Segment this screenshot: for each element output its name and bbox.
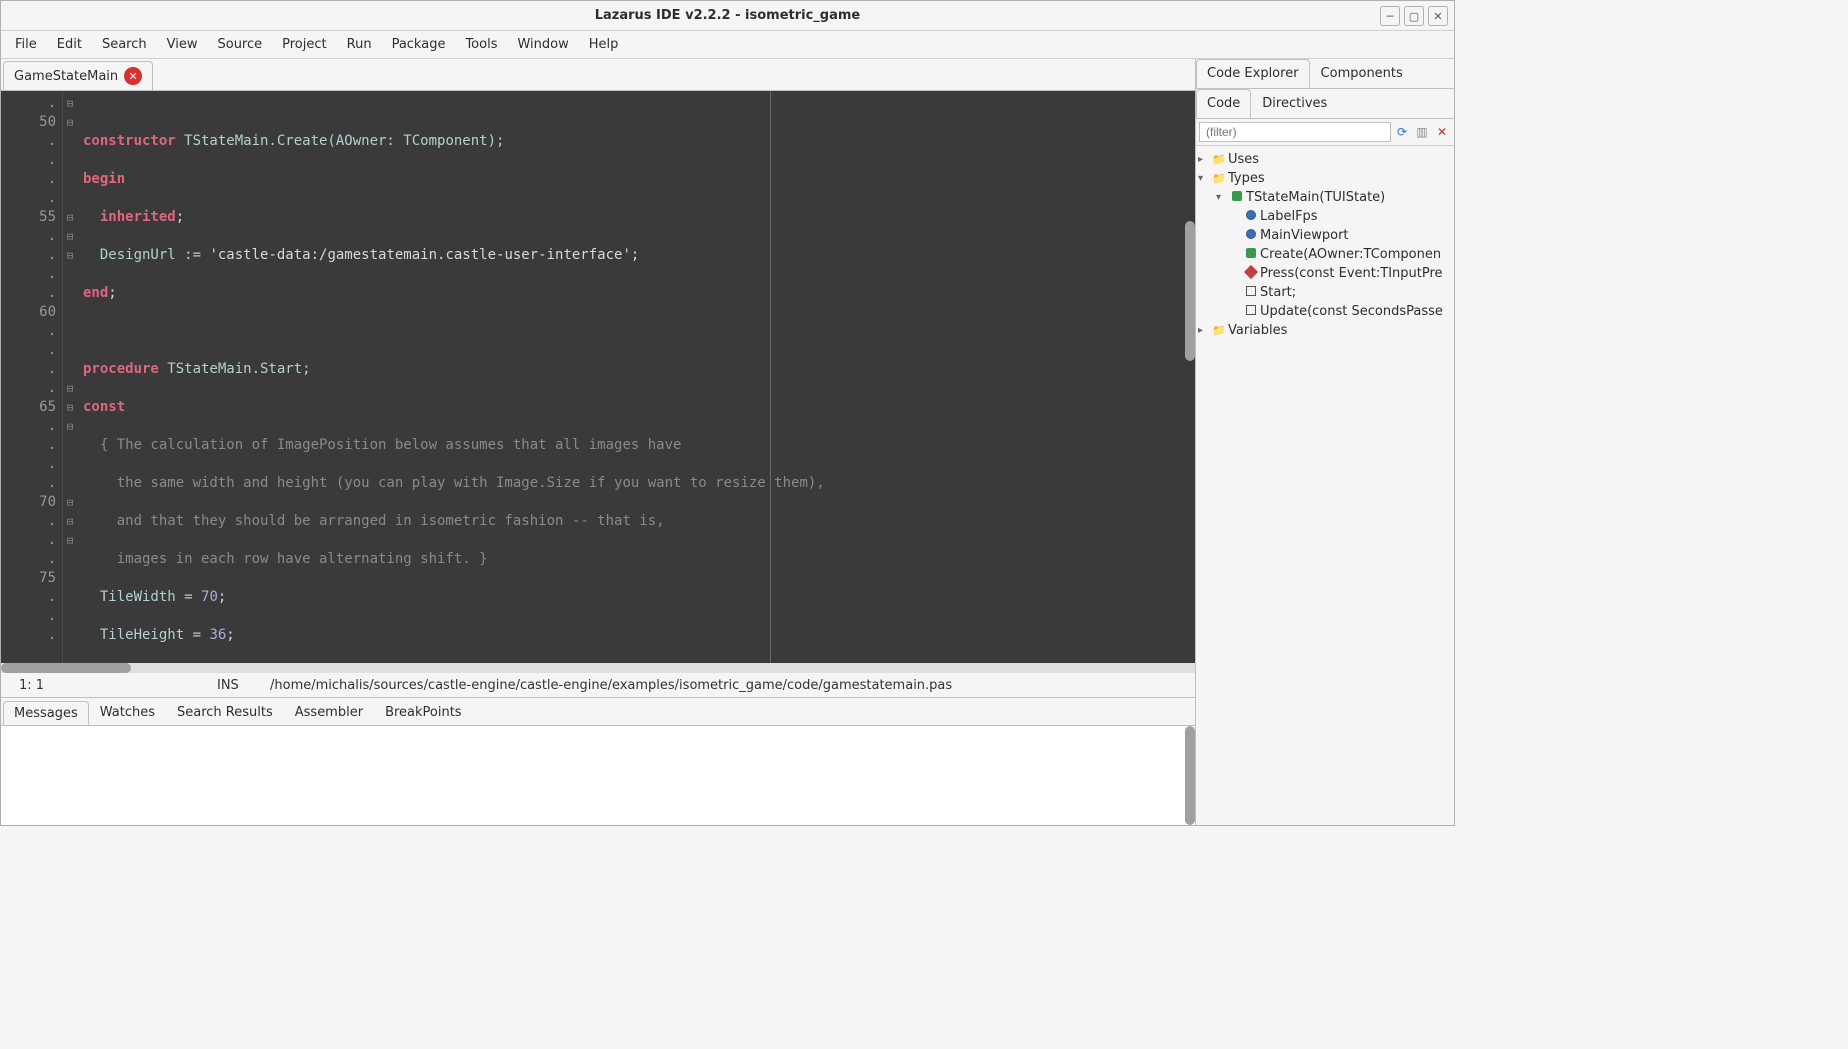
code-content[interactable]: constructor TStateMain.Create(AOwner: TC…: [77, 91, 1185, 663]
code-editor[interactable]: .50....55....60....65....70...75... ⊟⊟⊟⊟…: [1, 91, 1195, 663]
menubar: File Edit Search View Source Project Run…: [1, 31, 1454, 59]
menu-window[interactable]: Window: [507, 33, 578, 56]
tree-types[interactable]: Types: [1228, 171, 1265, 186]
horizontal-scrollbar[interactable]: [1, 663, 1195, 673]
code-tree[interactable]: ▸Uses ▾Types ▾TStateMain(TUIState) Label…: [1196, 146, 1454, 825]
filter-input[interactable]: [1199, 122, 1391, 142]
folder-icon: [1212, 324, 1226, 337]
tree-uses[interactable]: Uses: [1228, 152, 1259, 167]
close-icon[interactable]: ✕: [124, 67, 142, 85]
tab-assembler[interactable]: Assembler: [284, 700, 374, 725]
close-button[interactable]: ✕: [1428, 6, 1448, 26]
bottom-tabs: Messages Watches Search Results Assemble…: [1, 697, 1195, 725]
status-bar: 1: 1 INS /home/michalis/sources/castle-e…: [1, 673, 1195, 697]
tree-start[interactable]: Start;: [1260, 285, 1296, 300]
vertical-scrollbar[interactable]: [1185, 91, 1195, 663]
class-icon: [1232, 191, 1242, 201]
minimize-button[interactable]: ─: [1380, 6, 1400, 26]
tree-mainviewport[interactable]: MainViewport: [1260, 228, 1349, 243]
side-panel: Code Explorer Components Code Directives…: [1196, 59, 1454, 825]
menu-package[interactable]: Package: [382, 33, 456, 56]
menu-view[interactable]: View: [157, 33, 208, 56]
editor-tab-label: GameStateMain: [14, 69, 118, 84]
tree-update[interactable]: Update(const SecondsPasse: [1260, 304, 1443, 319]
window-title: Lazarus IDE v2.2.2 - isometric_game: [595, 8, 861, 23]
messages-scrollbar[interactable]: [1185, 726, 1195, 825]
tree-variables[interactable]: Variables: [1228, 323, 1287, 338]
subtab-directives[interactable]: Directives: [1251, 89, 1338, 118]
menu-file[interactable]: File: [5, 33, 47, 56]
fold-column[interactable]: ⊟⊟⊟⊟⊟⊟⊟⊟⊟⊟⊟: [63, 91, 77, 663]
tab-breakpoints[interactable]: BreakPoints: [374, 700, 473, 725]
options-icon[interactable]: ▥: [1413, 122, 1431, 142]
titlebar: Lazarus IDE v2.2.2 - isometric_game ─ ▢ …: [1, 1, 1454, 31]
tree-press[interactable]: Press(const Event:TInputPre: [1260, 266, 1443, 281]
gutter: .50....55....60....65....70...75...: [1, 91, 63, 663]
tab-messages[interactable]: Messages: [3, 701, 89, 725]
maximize-button[interactable]: ▢: [1404, 6, 1424, 26]
tab-watches[interactable]: Watches: [89, 700, 166, 725]
editor-tabbar: GameStateMain ✕: [1, 59, 1195, 91]
field-icon: [1246, 210, 1256, 220]
menu-edit[interactable]: Edit: [47, 33, 92, 56]
folder-icon: [1212, 153, 1226, 166]
cursor-position: 1: 1: [9, 678, 209, 693]
tab-code-explorer[interactable]: Code Explorer: [1196, 59, 1310, 88]
editor-tab-active[interactable]: GameStateMain ✕: [3, 61, 153, 90]
subtab-code[interactable]: Code: [1196, 89, 1251, 118]
menu-tools[interactable]: Tools: [455, 33, 507, 56]
file-path: /home/michalis/sources/castle-engine/cas…: [270, 678, 952, 693]
menu-help[interactable]: Help: [579, 33, 629, 56]
close-filter-icon[interactable]: ✕: [1433, 122, 1451, 142]
refresh-icon[interactable]: ⟳: [1393, 122, 1411, 142]
tree-create[interactable]: Create(AOwner:TComponen: [1260, 247, 1441, 262]
right-margin-ruler: [770, 91, 771, 663]
main-window: Lazarus IDE v2.2.2 - isometric_game ─ ▢ …: [0, 0, 1455, 826]
tab-components[interactable]: Components: [1310, 59, 1414, 88]
field-icon: [1246, 229, 1256, 239]
insert-mode: INS: [217, 678, 262, 693]
method-icon: [1246, 248, 1256, 258]
messages-panel: [1, 725, 1195, 825]
method-icon: [1246, 305, 1256, 315]
menu-search[interactable]: Search: [92, 33, 157, 56]
menu-run[interactable]: Run: [337, 33, 382, 56]
method-icon: [1244, 265, 1258, 279]
menu-source[interactable]: Source: [207, 33, 272, 56]
tab-search-results[interactable]: Search Results: [166, 700, 284, 725]
method-icon: [1246, 286, 1256, 296]
tree-class[interactable]: TStateMain(TUIState): [1246, 190, 1385, 205]
folder-icon: [1212, 172, 1226, 185]
tree-labelfps[interactable]: LabelFps: [1260, 209, 1318, 224]
menu-project[interactable]: Project: [272, 33, 336, 56]
